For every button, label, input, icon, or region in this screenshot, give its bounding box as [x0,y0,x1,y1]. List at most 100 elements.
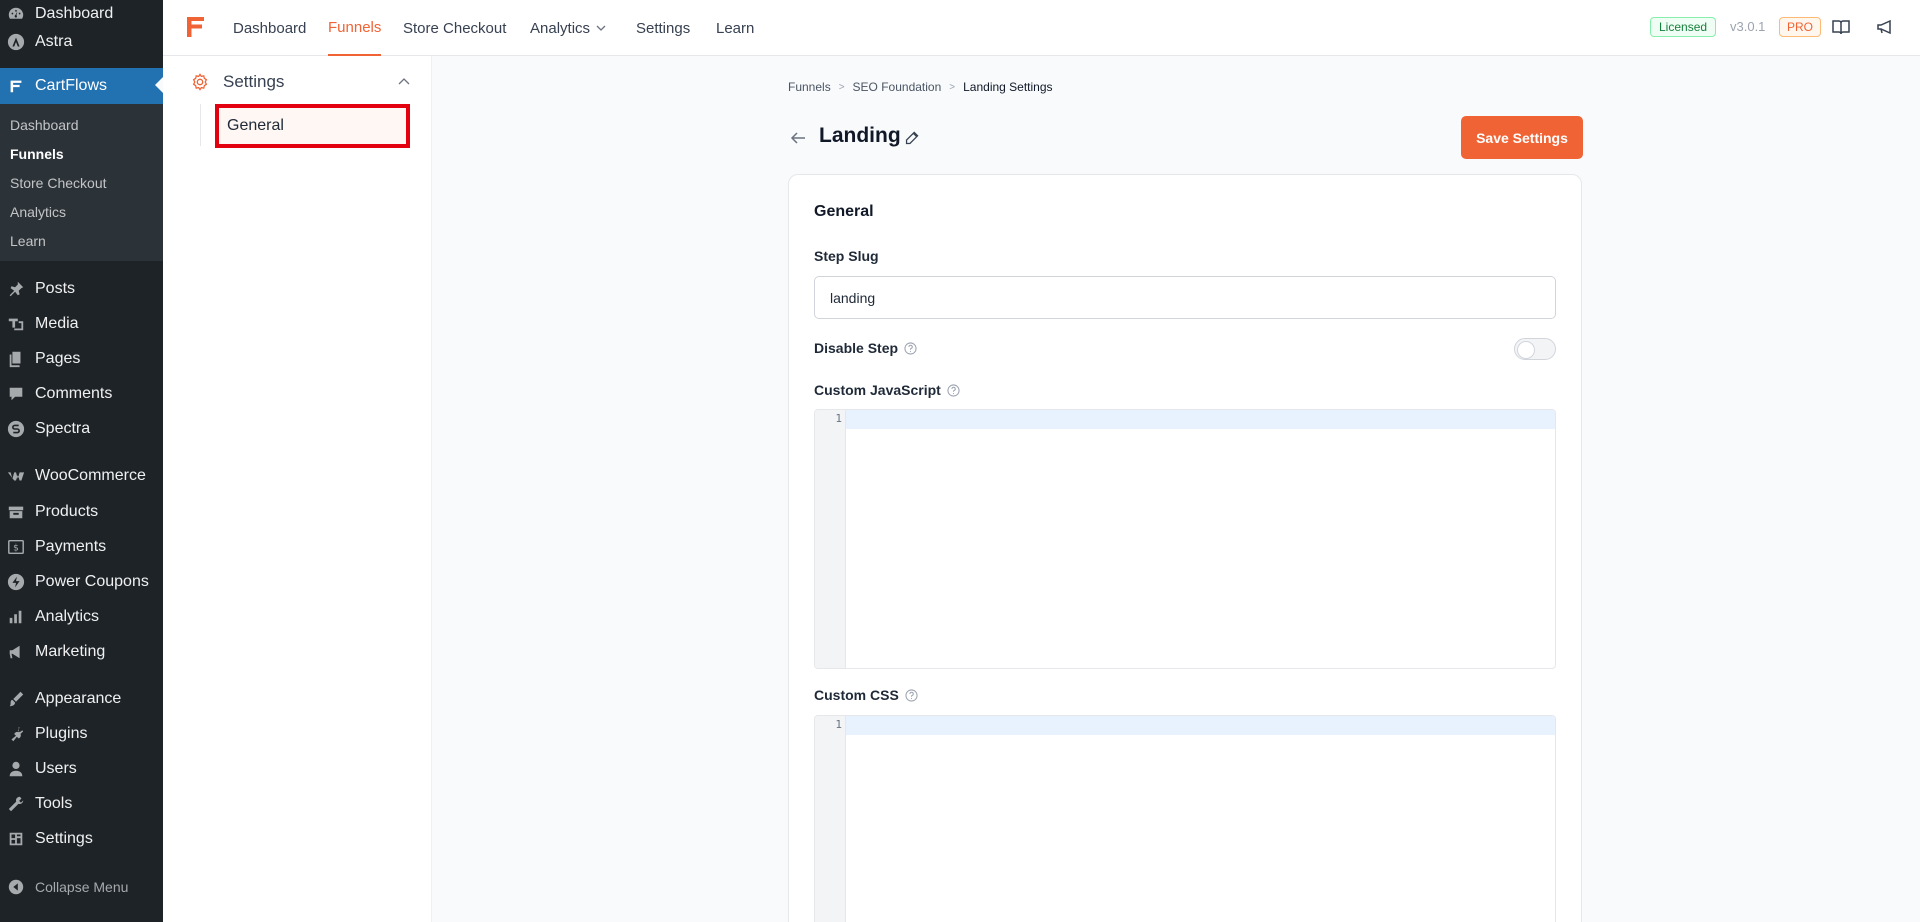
chevron-down-icon [596,25,606,31]
wp-menu-payments[interactable]: $ Payments [0,531,163,563]
help-icon[interactable] [905,688,918,702]
breadcrumb: Funnels > SEO Foundation > Landing Setti… [788,80,1053,94]
custom-css-editor[interactable]: 1 [814,715,1556,922]
version-label: v3.0.1 [1730,19,1766,34]
wp-menu-comments[interactable]: Comments [0,378,163,410]
settings-tree-line [200,104,201,146]
collapse-menu-label: Collapse Menu [35,879,129,895]
breadcrumb-funnels[interactable]: Funnels [788,80,831,94]
wp-menu-products[interactable]: Products [0,496,163,528]
back-arrow-icon[interactable] [788,128,808,148]
settings-icon [6,829,26,849]
editor-active-line [846,410,1555,429]
wp-menu-label: Appearance [35,690,122,707]
line-number: 1 [835,718,842,731]
save-settings-button[interactable]: Save Settings [1461,116,1583,159]
settings-section-toggle[interactable]: Settings [191,68,411,96]
wp-menu-label: Dashboard [35,5,114,22]
cartflows-icon [6,76,26,96]
help-icon[interactable] [947,383,960,397]
svg-text:$: $ [13,544,19,554]
chevron-up-icon [398,78,410,85]
wp-menu-settings[interactable]: Settings [0,823,163,855]
submenu-dashboard[interactable]: Dashboard [10,117,79,133]
settings-panel-title: Settings [223,72,285,91]
nav-settings[interactable]: Settings [636,0,690,56]
wp-menu-label: Analytics [35,608,100,625]
disable-step-toggle[interactable] [1514,338,1556,360]
wp-menu-power-coupons[interactable]: Power Coupons [0,566,163,598]
plugins-icon [6,724,26,744]
submenu-learn[interactable]: Learn [10,233,46,249]
nav-analytics-label: Analytics [530,19,591,37]
wp-menu-label: Tools [35,795,73,812]
analytics-icon [6,607,26,627]
wp-menu-marketing[interactable]: Marketing [0,636,163,668]
wp-menu-woocommerce[interactable]: WooCommerce [0,460,163,492]
settings-panel: Settings General [163,56,432,922]
pro-badge: PRO [1779,17,1822,37]
disable-step-label-row: Disable Step [814,340,917,356]
submenu-analytics[interactable]: Analytics [10,204,66,220]
wp-menu-label: Payments [35,538,107,555]
wp-menu-posts[interactable]: Posts [0,273,163,305]
custom-js-label: Custom JavaScript [814,382,941,398]
disable-step-label: Disable Step [814,340,899,356]
products-icon [6,502,26,522]
pages-icon [6,349,26,369]
wp-menu-analytics[interactable]: Analytics [0,601,163,633]
licensed-badge: Licensed [1650,17,1717,37]
book-icon[interactable] [1831,17,1851,37]
custom-css-label-row: Custom CSS [814,687,918,703]
edit-pencil-icon[interactable] [904,129,921,146]
astra-icon [6,32,26,52]
settings-general-item[interactable]: General [215,104,410,148]
step-slug-input[interactable] [814,276,1556,319]
wp-menu-astra[interactable]: Astra [0,26,163,58]
wp-menu-users[interactable]: Users [0,753,163,785]
custom-js-label-row: Custom JavaScript [814,382,960,398]
cartflows-logo-icon[interactable] [181,13,209,41]
wp-menu-spectra[interactable]: Spectra [0,413,163,445]
payments-icon: $ [6,537,26,557]
comments-icon [6,384,26,404]
nav-funnels[interactable]: Funnels [328,0,382,56]
wp-menu-appearance[interactable]: Appearance [0,683,163,715]
spectra-icon [6,419,26,439]
nav-dashboard[interactable]: Dashboard [233,0,306,56]
wp-admin-sidebar: Dashboard Astra CartFlows Dashboard Funn… [0,0,163,922]
editor-gutter [815,410,846,668]
megaphone-icon[interactable] [1875,17,1895,37]
woocommerce-icon [6,466,26,486]
help-icon[interactable] [904,341,917,355]
wp-menu-label: Posts [35,280,76,297]
wp-menu-label: Plugins [35,725,88,742]
power-coupons-icon [6,572,26,592]
collapse-menu-button[interactable]: Collapse Menu [0,871,163,903]
media-icon [6,314,26,334]
collapse-icon [6,877,26,897]
dashboard-icon [6,4,26,24]
wp-menu-label: CartFlows [35,77,108,94]
breadcrumb-separator: > [949,81,956,93]
submenu-funnels[interactable]: Funnels [10,146,64,162]
wp-menu-plugins[interactable]: Plugins [0,718,163,750]
wp-menu-media[interactable]: Media [0,308,163,340]
marketing-icon [6,642,26,662]
users-icon [6,759,26,779]
card-section-title: General [814,203,874,220]
nav-analytics[interactable]: Analytics [530,0,607,56]
general-settings-card: General Step Slug Disable Step Custom Ja… [788,174,1582,922]
breadcrumb-seo-foundation[interactable]: SEO Foundation [853,80,942,94]
wp-menu-pages[interactable]: Pages [0,343,163,375]
editor-active-line [846,716,1555,735]
wp-menu-label: Settings [35,830,93,847]
wp-menu-tools[interactable]: Tools [0,788,163,820]
custom-js-editor[interactable]: 1 [814,409,1556,669]
wp-menu-label: Marketing [35,643,106,660]
nav-store-checkout[interactable]: Store Checkout [403,0,506,56]
wp-menu-cartflows[interactable]: CartFlows [0,68,163,104]
submenu-store-checkout[interactable]: Store Checkout [10,175,107,191]
wp-menu-label: Pages [35,350,81,367]
nav-learn[interactable]: Learn [716,0,754,56]
